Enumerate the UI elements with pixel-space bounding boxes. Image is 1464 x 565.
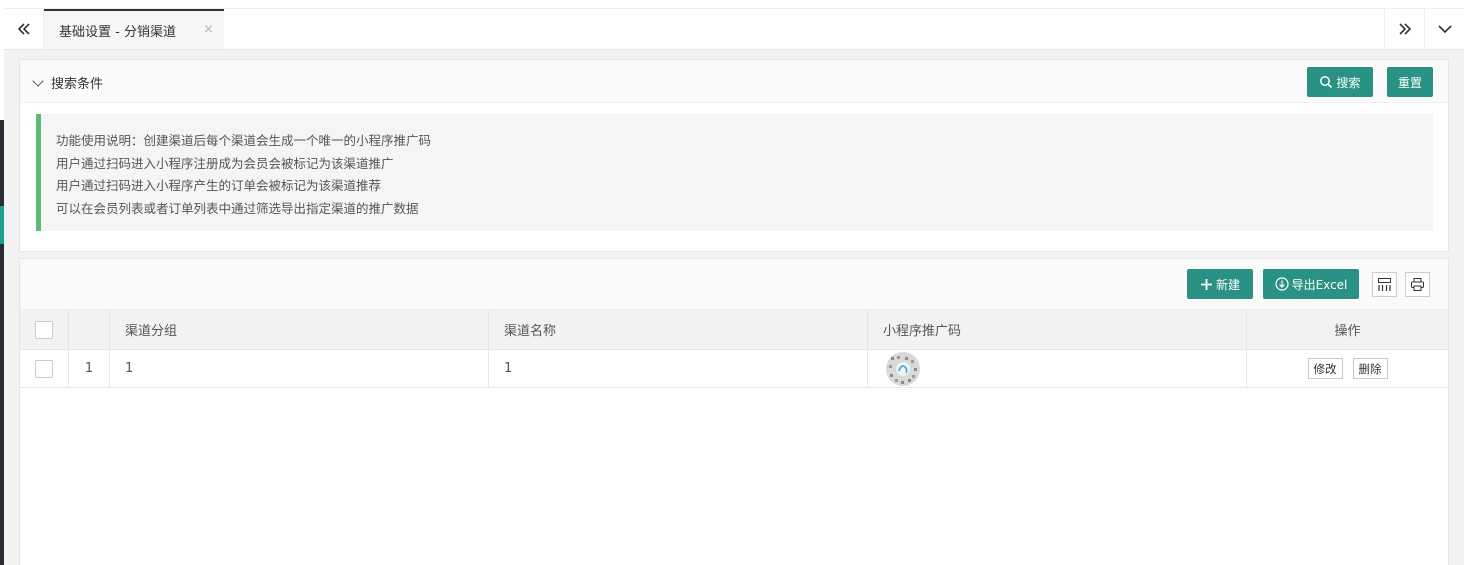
usage-notice: 功能使用说明：创建渠道后每个渠道会生成一个唯一的小程序推广码 用户通过扫码进入小… [36, 114, 1433, 231]
add-channel-button[interactable]: 新建 [1187, 269, 1253, 299]
row-actions: 修改 删除 [1247, 350, 1448, 387]
sidebar-active-indicator [0, 206, 4, 244]
channel-list-panel: 新建 导出Excel 渠道分组 渠道名称 小程序推广码 操作 1 1 1 修改 … [19, 258, 1449, 565]
print-button[interactable] [1405, 272, 1430, 297]
header-qrcode[interactable]: 小程序推广码 [868, 310, 1247, 349]
row-qrcode [868, 350, 1247, 387]
sidebar-rail [0, 0, 4, 565]
row-channel-name: 1 [489, 350, 868, 387]
search-title: 搜索条件 [51, 77, 104, 92]
delete-button[interactable]: 删除 [1352, 358, 1388, 379]
print-icon [1411, 278, 1424, 291]
search-panel: 搜索条件 搜索 重置 功能使用说明：创建渠道后每个渠道会生成一个唯一的小程序推广… [19, 59, 1449, 252]
plus-icon [1200, 278, 1212, 290]
header-channel-name[interactable]: 渠道名称 [489, 310, 868, 349]
row-index: 1 [69, 350, 110, 387]
tab-basic-settings-channel[interactable]: 基础设置 - 分销渠道 × [44, 9, 224, 49]
double-chevron-left-icon [17, 23, 30, 35]
tab-scroll-right-button[interactable] [1384, 9, 1424, 49]
columns-icon [1378, 278, 1391, 291]
header-channel-group[interactable]: 渠道分组 [110, 310, 489, 349]
header-select-all[interactable] [20, 310, 69, 349]
top-strip [4, 0, 1464, 9]
search-button-label: 搜索 [1336, 75, 1361, 90]
table-row: 1 1 1 修改 删除 [20, 350, 1448, 388]
search-toggle[interactable]: 搜索条件 [32, 73, 104, 92]
reset-button-label: 重置 [1397, 75, 1422, 90]
tab-close-icon[interactable]: × [203, 22, 214, 37]
search-button[interactable]: 搜索 [1307, 67, 1373, 97]
tab-bar: 基础设置 - 分销渠道 × [4, 9, 1464, 50]
download-icon [1274, 277, 1289, 291]
double-chevron-right-icon [1398, 23, 1411, 35]
mini-program-qrcode[interactable] [883, 351, 923, 387]
select-all-checkbox[interactable] [35, 320, 53, 339]
export-excel-button[interactable]: 导出Excel [1263, 269, 1359, 299]
notice-line: 可以在会员列表或者订单列表中通过筛选导出指定渠道的推广数据 [56, 200, 419, 216]
search-icon [1320, 76, 1333, 89]
notice-line: 功能使用说明：创建渠道后每个渠道会生成一个唯一的小程序推广码 [56, 133, 432, 148]
row-select[interactable] [20, 350, 69, 387]
column-filter-button[interactable] [1372, 272, 1397, 297]
tab-menu-button[interactable] [1424, 9, 1464, 49]
add-button-label: 新建 [1215, 277, 1240, 292]
table-header: 渠道分组 渠道名称 小程序推广码 操作 [20, 310, 1448, 350]
row-channel-group: 1 [110, 350, 489, 387]
sidebar-dark-area [0, 120, 4, 565]
edit-button[interactable]: 修改 [1307, 358, 1343, 379]
header-index [69, 310, 110, 349]
notice-line: 用户通过扫码进入小程序产生的订单会被标记为该渠道推荐 [56, 178, 382, 193]
notice-line: 用户通过扫码进入小程序注册成为会员会被标记为该渠道推广 [56, 155, 394, 171]
search-panel-header: 搜索条件 搜索 重置 [20, 60, 1448, 103]
export-button-label: 导出Excel [1291, 277, 1348, 292]
row-checkbox[interactable] [35, 359, 53, 378]
chevron-down-icon [32, 74, 44, 87]
tab-scroll-left-button[interactable] [4, 9, 44, 49]
tab-label: 基础设置 - 分销渠道 [59, 24, 176, 40]
chevron-down-icon [1437, 25, 1452, 34]
reset-button[interactable]: 重置 [1387, 67, 1433, 97]
table-toolbar: 新建 导出Excel [20, 259, 1448, 310]
header-action: 操作 [1334, 324, 1361, 339]
